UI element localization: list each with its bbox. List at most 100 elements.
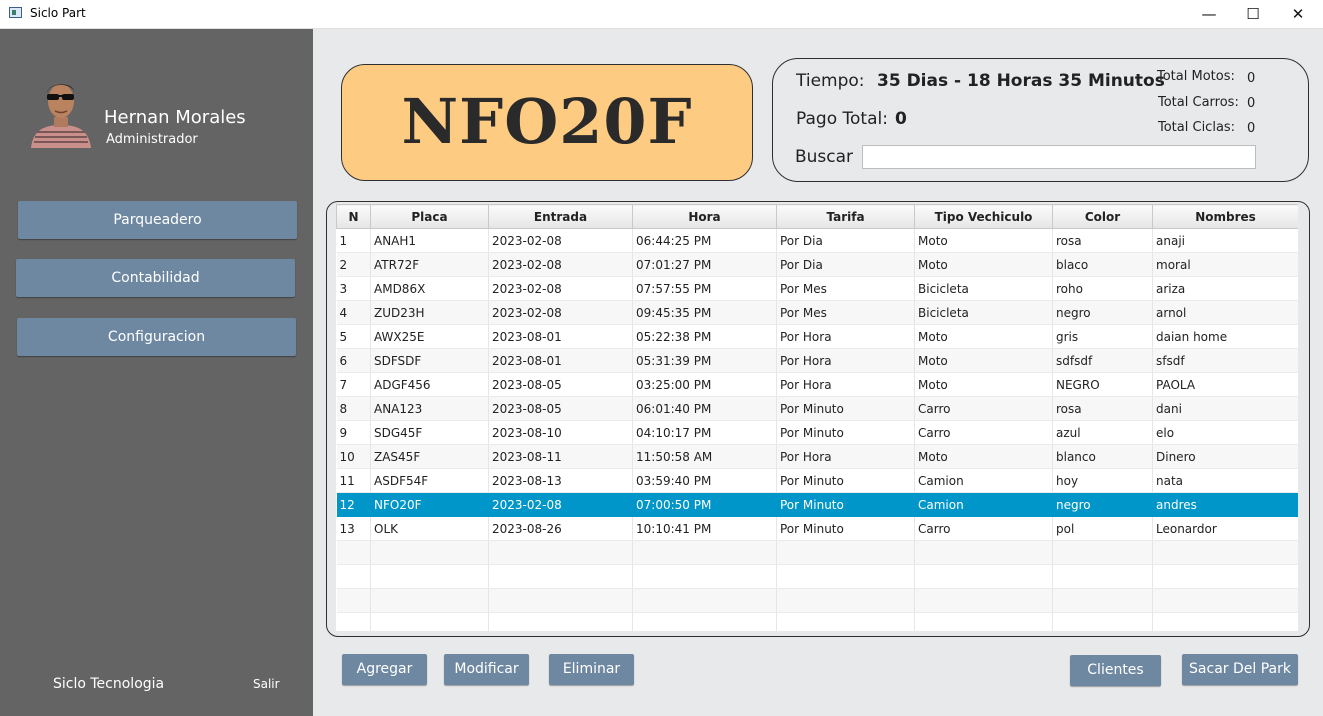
cell-placa[interactable]: SDG45F	[370, 420, 489, 445]
cell-color[interactable]: azul	[1052, 420, 1153, 445]
cell-placa[interactable]: ANAH1	[370, 228, 489, 253]
cell-entrada[interactable]: 2023-08-10	[488, 420, 633, 445]
cell-n[interactable]: 7	[336, 372, 371, 397]
table-row[interactable]: 1 ANAH1 2023-02-08 06:44:25 PM Por Dia Moto ro…	[336, 228, 1298, 253]
cell-placa[interactable]: AWX25E	[370, 324, 489, 349]
nav-configuracion-button[interactable]: Configuracion	[17, 318, 296, 356]
column-header-hora[interactable]: Hora	[632, 204, 777, 229]
cell-placa[interactable]: NFO20F	[370, 492, 489, 517]
cell-hora[interactable]: 11:50:58 AM	[632, 444, 777, 469]
empty-table-row[interactable]	[336, 540, 1298, 565]
cell-hora[interactable]: 03:25:00 PM	[632, 372, 777, 397]
sacar-del-park-button[interactable]: Sacar Del Park	[1182, 654, 1298, 685]
cell-entrada[interactable]: 2023-02-08	[488, 252, 633, 277]
cell-nombres[interactable]: Dinero	[1152, 444, 1298, 469]
cell-n[interactable]: 3	[336, 276, 371, 301]
empty-cell[interactable]	[1052, 588, 1153, 613]
column-header-tarifa[interactable]: Tarifa	[776, 204, 915, 229]
column-header-nombres[interactable]: Nombres	[1152, 204, 1298, 229]
empty-cell[interactable]	[632, 540, 777, 565]
empty-cell[interactable]	[776, 564, 915, 589]
empty-cell[interactable]	[370, 564, 489, 589]
table-row[interactable]: 10 ZAS45F 2023-08-11 11:50:58 AM Por Hora Mot…	[336, 444, 1298, 469]
table-row[interactable]: 3 AMD86X 2023-02-08 07:57:55 PM Por Mes Bicic…	[336, 276, 1298, 301]
cell-tipo-vehiculo[interactable]: Moto	[914, 324, 1053, 349]
cell-placa[interactable]: ANA123	[370, 396, 489, 421]
cell-nombres[interactable]: Leonardor	[1152, 516, 1298, 541]
cell-placa[interactable]: AMD86X	[370, 276, 489, 301]
empty-cell[interactable]	[1152, 540, 1298, 565]
cell-entrada[interactable]: 2023-08-01	[488, 348, 633, 373]
cell-tarifa[interactable]: Por Minuto	[776, 516, 915, 541]
nav-contabilidad-button[interactable]: Contabilidad	[16, 259, 295, 297]
empty-cell[interactable]	[1152, 588, 1298, 613]
empty-cell[interactable]	[776, 540, 915, 565]
table-row[interactable]: 12 NFO20F 2023-02-08 07:00:50 PM Por Minuto C…	[336, 492, 1298, 517]
cell-n[interactable]: 1	[336, 228, 371, 253]
empty-cell[interactable]	[914, 612, 1053, 631]
cell-tipo-vehiculo[interactable]: Bicicleta	[914, 300, 1053, 325]
empty-cell[interactable]	[370, 588, 489, 613]
empty-cell[interactable]	[370, 612, 489, 631]
cell-tipo-vehiculo[interactable]: Camion	[914, 468, 1053, 493]
cell-hora[interactable]: 05:31:39 PM	[632, 348, 777, 373]
cell-tarifa[interactable]: Por Dia	[776, 252, 915, 277]
cell-hora[interactable]: 04:10:17 PM	[632, 420, 777, 445]
cell-color[interactable]: roho	[1052, 276, 1153, 301]
empty-cell[interactable]	[488, 540, 633, 565]
nav-parqueadero-button[interactable]: Parqueadero	[18, 201, 297, 239]
empty-cell[interactable]	[632, 612, 777, 631]
cell-color[interactable]: rosa	[1052, 396, 1153, 421]
empty-table-row[interactable]	[336, 588, 1298, 613]
cell-entrada[interactable]: 2023-08-05	[488, 372, 633, 397]
empty-cell[interactable]	[1152, 564, 1298, 589]
table-row[interactable]: 11 ASDF54F 2023-08-13 03:59:40 PM Por Minuto…	[336, 468, 1298, 493]
cell-nombres[interactable]: dani	[1152, 396, 1298, 421]
cell-n[interactable]: 13	[336, 516, 371, 541]
cell-n[interactable]: 8	[336, 396, 371, 421]
cell-tipo-vehiculo[interactable]: Carro	[914, 420, 1053, 445]
cell-entrada[interactable]: 2023-02-08	[488, 276, 633, 301]
empty-cell[interactable]	[914, 564, 1053, 589]
empty-cell[interactable]	[370, 540, 489, 565]
cell-color[interactable]: pol	[1052, 516, 1153, 541]
empty-cell[interactable]	[632, 588, 777, 613]
cell-tipo-vehiculo[interactable]: Bicicleta	[914, 276, 1053, 301]
table-row[interactable]: 8 ANA123 2023-08-05 06:01:40 PM Por Minuto Ca…	[336, 396, 1298, 421]
cell-color[interactable]: sdfsdf	[1052, 348, 1153, 373]
cell-entrada[interactable]: 2023-08-11	[488, 444, 633, 469]
empty-cell[interactable]	[1052, 612, 1153, 631]
cell-placa[interactable]: ASDF54F	[370, 468, 489, 493]
modificar-button[interactable]: Modificar	[444, 654, 529, 685]
cell-color[interactable]: negro	[1052, 300, 1153, 325]
cell-nombres[interactable]: daian home	[1152, 324, 1298, 349]
cell-tipo-vehiculo[interactable]: Moto	[914, 252, 1053, 277]
empty-cell[interactable]	[336, 564, 371, 589]
cell-hora[interactable]: 06:01:40 PM	[632, 396, 777, 421]
cell-entrada[interactable]: 2023-08-26	[488, 516, 633, 541]
table-row[interactable]: 5 AWX25E 2023-08-01 05:22:38 PM Por Hora Moto…	[336, 324, 1298, 349]
empty-cell[interactable]	[776, 612, 915, 631]
empty-cell[interactable]	[1052, 564, 1153, 589]
table-row[interactable]: 2 ATR72F 2023-02-08 07:01:27 PM Por Dia Moto b…	[336, 252, 1298, 277]
cell-hora[interactable]: 10:10:41 PM	[632, 516, 777, 541]
cell-n[interactable]: 10	[336, 444, 371, 469]
cell-placa[interactable]: ADGF456	[370, 372, 489, 397]
cell-color[interactable]: blanco	[1052, 444, 1153, 469]
cell-hora[interactable]: 09:45:35 PM	[632, 300, 777, 325]
table-row[interactable]: 9 SDG45F 2023-08-10 04:10:17 PM Por Minuto Ca…	[336, 420, 1298, 445]
cell-color[interactable]: NEGRO	[1052, 372, 1153, 397]
cell-entrada[interactable]: 2023-08-05	[488, 396, 633, 421]
cell-placa[interactable]: ZAS45F	[370, 444, 489, 469]
cell-n[interactable]: 9	[336, 420, 371, 445]
cell-hora[interactable]: 07:57:55 PM	[632, 276, 777, 301]
empty-cell[interactable]	[914, 588, 1053, 613]
cell-nombres[interactable]: ariza	[1152, 276, 1298, 301]
empty-cell[interactable]	[914, 540, 1053, 565]
empty-cell[interactable]	[488, 588, 633, 613]
cell-color[interactable]: negro	[1052, 492, 1153, 517]
cell-tarifa[interactable]: Por Minuto	[776, 468, 915, 493]
close-button[interactable]: ✕	[1275, 0, 1321, 28]
cell-hora[interactable]: 07:00:50 PM	[632, 492, 777, 517]
cell-n[interactable]: 11	[336, 468, 371, 493]
